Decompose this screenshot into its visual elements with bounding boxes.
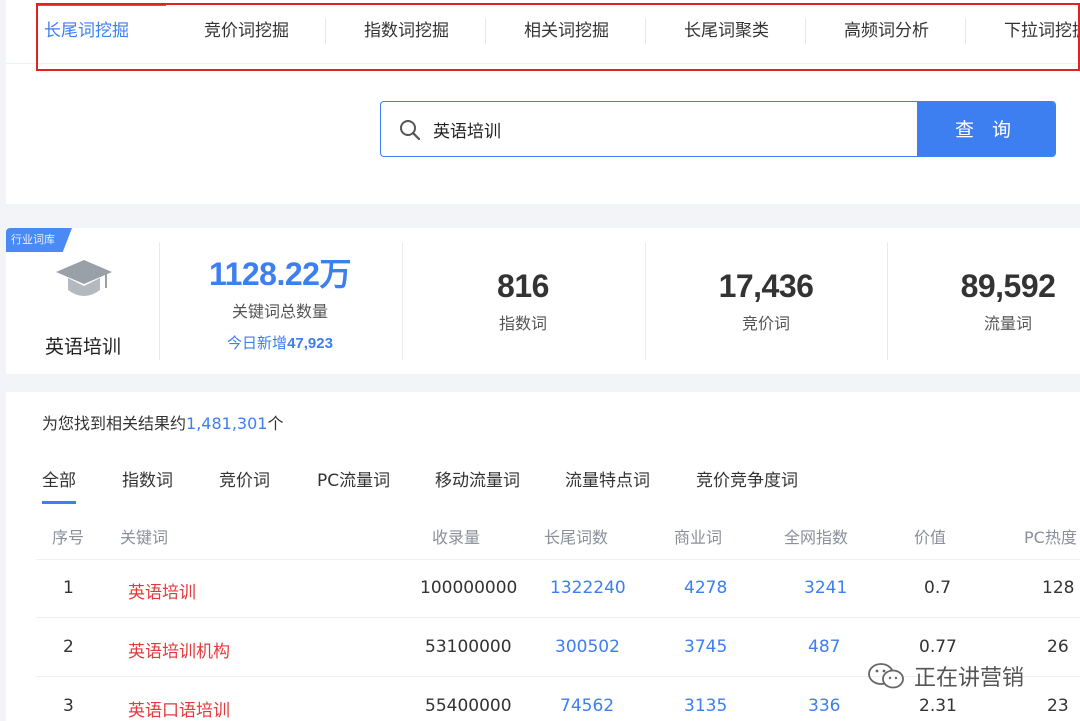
- stat-bid-words: 17,436 竞价词: [645, 264, 887, 334]
- filter-active-underline: [42, 501, 76, 504]
- cell-pc-heat: 128: [1042, 578, 1075, 598]
- search-icon: [400, 120, 421, 141]
- stat-total-value: 1128.22万: [209, 256, 351, 292]
- filter-tab-mobile-traffic[interactable]: 移动流量词: [435, 466, 520, 491]
- cell-longtail[interactable]: 74562: [560, 696, 614, 716]
- stat-total-keywords: 1128.22万 关键词总数量 今日新增47,923: [159, 252, 401, 353]
- tab-divider: [485, 18, 486, 44]
- cell-pc-heat: 23: [1047, 696, 1069, 716]
- cell-keyword[interactable]: 英语口语培训: [128, 696, 230, 721]
- cell-keyword[interactable]: 英语培训机构: [128, 637, 230, 662]
- cell-pc-heat: 26: [1047, 637, 1069, 657]
- stat-today-value: 47,923: [287, 335, 333, 352]
- industry-name: 英语培训: [44, 336, 121, 358]
- tab-divider: [645, 18, 646, 44]
- tab-longtail-mining[interactable]: 长尾词挖掘: [44, 14, 129, 48]
- tab-high-frequency-analysis[interactable]: 高频词分析: [844, 14, 929, 48]
- col-header-longtail[interactable]: 长尾词数: [544, 524, 608, 548]
- cell-keyword[interactable]: 英语培训: [128, 578, 196, 603]
- filter-tab-pc-traffic[interactable]: PC流量词: [317, 466, 390, 491]
- cell-longtail[interactable]: 1322240: [550, 578, 626, 598]
- graduation-cap-icon: [56, 260, 112, 296]
- tab-divider: [965, 18, 966, 44]
- cell-commercial[interactable]: 3135: [684, 696, 727, 716]
- top-card: 长尾词挖掘 竞价词挖掘 指数词挖掘 相关词挖掘 长尾词聚类 高频词分析 下拉词挖…: [6, 0, 1080, 204]
- stat-today-new: 今日新增47,923: [159, 332, 401, 353]
- filter-tab-index[interactable]: 指数词: [122, 466, 173, 491]
- col-header-pc-heat[interactable]: PC热度: [1024, 524, 1077, 548]
- col-header-network-index[interactable]: 全网指数: [784, 524, 848, 548]
- cell-index: 2: [63, 637, 74, 657]
- stat-traffic-label: 流量词: [983, 314, 1032, 333]
- cell-indexed: 53100000: [425, 637, 512, 657]
- cell-commercial[interactable]: 4278: [684, 578, 727, 598]
- watermark-text: 正在讲营销: [914, 666, 1025, 691]
- cell-indexed: 55400000: [425, 696, 512, 716]
- cell-network-index[interactable]: 3241: [804, 578, 847, 598]
- col-header-indexed[interactable]: 收录量: [432, 524, 480, 548]
- tab-divider: [805, 18, 806, 44]
- stat-traffic-value: 89,592: [960, 268, 1056, 304]
- stat-total-label: 关键词总数量: [231, 302, 328, 321]
- result-count: 为您找到相关结果约1,481,301个: [42, 410, 283, 434]
- col-header-commercial[interactable]: 商业词: [674, 524, 722, 548]
- filter-tab-bid-competition[interactable]: 竞价竞争度词: [696, 466, 798, 491]
- tab-bid-word-mining[interactable]: 竞价词挖掘: [204, 14, 289, 48]
- result-count-number: 1,481,301: [186, 414, 268, 433]
- stat-today-prefix: 今日新增: [227, 334, 288, 352]
- col-header-keyword: 关键词: [120, 528, 169, 547]
- stat-bid-value: 17,436: [718, 268, 814, 304]
- stats-card: 行业词库 英语培训 1128.22万 关键词总数量 今日新增47,923 816…: [6, 228, 1080, 374]
- cell-network-index[interactable]: 336: [808, 696, 840, 716]
- cell-network-index[interactable]: 487: [808, 637, 840, 657]
- cell-longtail[interactable]: 300502: [555, 637, 620, 657]
- filter-tab-traffic-feature[interactable]: 流量特点词: [565, 466, 650, 491]
- active-tab-indicator: [36, 4, 166, 6]
- stat-bid-label: 竞价词: [741, 314, 790, 333]
- col-header-value[interactable]: 价值: [914, 524, 946, 548]
- search-input[interactable]: [433, 102, 913, 156]
- filter-tab-all[interactable]: 全部: [42, 466, 76, 491]
- stat-index-words: 816 指数词: [402, 264, 644, 334]
- tab-divider: [325, 18, 326, 44]
- tab-index-word-mining[interactable]: 指数词挖掘: [364, 14, 449, 48]
- cell-value: 2.31: [919, 696, 957, 716]
- watermark: 正在讲营销: [866, 658, 1024, 694]
- stat-traffic-words: 89,592 流量词: [887, 264, 1080, 334]
- result-count-prefix: 为您找到相关结果约: [42, 414, 187, 433]
- col-header-index: 序号: [52, 528, 85, 547]
- search-button[interactable]: 查 询: [917, 102, 1055, 156]
- tab-longtail-clustering[interactable]: 长尾词聚类: [684, 14, 769, 48]
- wechat-icon: [868, 663, 904, 689]
- industry-block: 英语培训: [6, 242, 160, 360]
- result-count-suffix: 个: [267, 414, 284, 433]
- cell-commercial[interactable]: 3745: [684, 637, 727, 657]
- cell-value: 0.77: [919, 637, 957, 657]
- cell-index: 1: [63, 578, 74, 598]
- stat-index-label: 指数词: [498, 314, 547, 333]
- tab-related-word-mining[interactable]: 相关词挖掘: [524, 14, 609, 48]
- table-row: 1 英语培训 100000000 1322240 4278 3241 0.7 1…: [36, 560, 1080, 618]
- search-bar: 查 询: [380, 101, 1056, 157]
- tab-dropdown-word-mining[interactable]: 下拉词挖掘: [1004, 14, 1080, 48]
- cell-indexed: 100000000: [420, 578, 518, 598]
- cell-index: 3: [63, 696, 74, 716]
- tool-tabs: 长尾词挖掘 竞价词挖掘 指数词挖掘 相关词挖掘 长尾词聚类 高频词分析 下拉词挖…: [6, 0, 1080, 64]
- stat-index-value: 816: [497, 268, 549, 304]
- table-header: 序号 关键词 收录量 长尾词数 商业词 全网指数 价值 PC热度: [36, 510, 1080, 560]
- cell-value: 0.7: [924, 578, 952, 598]
- filter-tab-bid[interactable]: 竞价词: [219, 466, 270, 491]
